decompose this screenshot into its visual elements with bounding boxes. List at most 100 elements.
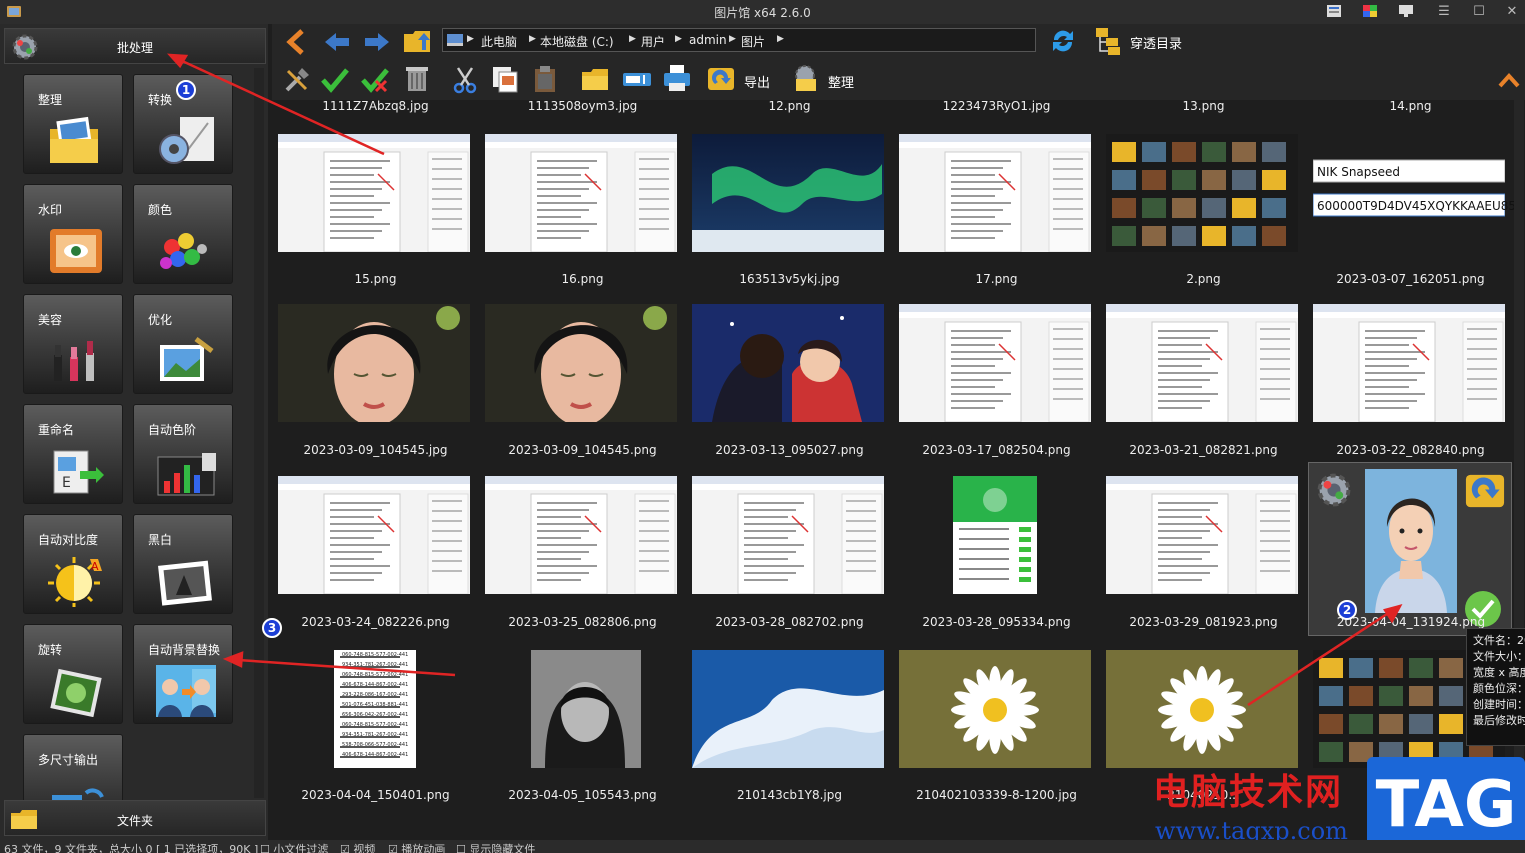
thumbnail-caption[interactable]: 2023-03-29_081923.png bbox=[1100, 615, 1307, 629]
thumbnail-caption[interactable]: 17.png bbox=[893, 272, 1100, 286]
thumbnail-caption[interactable]: 2023-03-28_095334.png bbox=[893, 615, 1100, 629]
previous-icon[interactable] bbox=[322, 27, 352, 57]
title-bar: 图片馆 x64 2.6.0 ☰ ☐ ✕ bbox=[0, 0, 1525, 24]
paste-icon[interactable] bbox=[530, 64, 560, 94]
thumbnail-caption[interactable]: 2023-03-07_162051.png bbox=[1307, 272, 1514, 286]
collapse-up-icon[interactable] bbox=[1494, 66, 1524, 96]
print-icon[interactable] bbox=[662, 63, 692, 93]
check-icon[interactable] bbox=[320, 65, 350, 95]
thumbnail-item[interactable]: 210402103339-8-1200.jpg bbox=[893, 100, 1093, 802]
tools-icon[interactable] bbox=[282, 65, 312, 95]
organize-icon[interactable] bbox=[790, 63, 820, 93]
tool-watermark[interactable]: 水印 bbox=[23, 184, 123, 284]
tool-label: 自动对比度 bbox=[38, 533, 99, 547]
thumbnail-caption[interactable]: 210402103339-8-1200.jpg bbox=[893, 788, 1100, 802]
window-title: 图片馆 x64 2.6.0 bbox=[714, 6, 811, 20]
show-hidden-checkbox[interactable]: ☐ 显示隐藏文件 bbox=[456, 841, 535, 853]
tool-black-white[interactable]: 黑白 bbox=[133, 514, 233, 614]
view-list-icon[interactable] bbox=[1326, 4, 1342, 18]
thumbnail-image[interactable] bbox=[899, 650, 1091, 768]
thumbnail-image[interactable] bbox=[485, 476, 677, 594]
tool-auto-contrast[interactable]: 自动对比度 A bbox=[23, 514, 123, 614]
address-bar[interactable]: ▶ 此电脑 ▶ 本地磁盘 (C:) ▶ 用户 ▶ admin ▶ 图片 ▶ bbox=[442, 28, 1036, 52]
close-button[interactable]: ✕ bbox=[1501, 2, 1523, 22]
back-arrow-icon[interactable] bbox=[282, 27, 312, 57]
tool-rotate[interactable]: 旋转 bbox=[23, 624, 123, 724]
thumbnail-caption[interactable]: 16.png bbox=[479, 272, 686, 286]
thumbnail-caption[interactable]: 2023-03-09_104545.png bbox=[479, 443, 686, 457]
thumbnail-caption[interactable]: 2023-03-21_082821.png bbox=[1100, 443, 1307, 457]
check-all-icon[interactable] bbox=[360, 65, 390, 95]
thumbnail-image[interactable] bbox=[899, 476, 1091, 594]
thumbnail-image[interactable] bbox=[1106, 476, 1298, 594]
tool-optimize[interactable]: 优化 bbox=[133, 294, 233, 394]
refresh-icon[interactable] bbox=[1048, 26, 1078, 56]
tool-color[interactable]: 颜色 bbox=[133, 184, 233, 284]
penetrate-directory-icon[interactable] bbox=[1094, 26, 1124, 56]
thumbnail-caption[interactable]: 210143cb1Y8.jpg bbox=[686, 788, 893, 802]
rename-field-icon[interactable] bbox=[622, 64, 652, 94]
thumbnail-image[interactable] bbox=[899, 304, 1091, 422]
thumbnail-item[interactable]: 2023-04-05_105543.png bbox=[479, 100, 679, 802]
organize-label[interactable]: 整理 bbox=[828, 72, 854, 91]
copy-image-icon[interactable] bbox=[490, 64, 520, 94]
new-folder-icon[interactable] bbox=[580, 64, 610, 94]
thumbnail-caption[interactable]: 2023-03-22_082840.png bbox=[1307, 443, 1514, 457]
tool-organize[interactable]: 整理 bbox=[23, 74, 123, 174]
gear-icon[interactable] bbox=[1313, 469, 1355, 511]
breadcrumb-pictures[interactable]: 图片 bbox=[741, 33, 765, 50]
batch-process-bar[interactable]: 批处理 bbox=[4, 28, 266, 64]
small-file-filter-checkbox[interactable]: ☐ 小文件过滤 bbox=[260, 841, 328, 853]
breadcrumb-users[interactable]: 用户 bbox=[641, 33, 665, 50]
thumbnail-image[interactable] bbox=[1106, 304, 1298, 422]
maximize-button[interactable]: ☐ bbox=[1468, 2, 1490, 22]
thumbnail-caption[interactable]: 2.png bbox=[1100, 272, 1307, 286]
thumbnail-caption[interactable]: 15.png bbox=[272, 272, 479, 286]
thumbnail-caption[interactable]: 2023-03-17_082504.png bbox=[893, 443, 1100, 457]
thumbnail-item[interactable]: 21040210... bbox=[1100, 100, 1300, 802]
breadcrumb-admin[interactable]: admin bbox=[689, 33, 727, 47]
thumbnail-caption[interactable]: 2023-03-09_104545.jpg bbox=[272, 443, 479, 457]
thumbnail-item[interactable]: 060-748-815-577-002-441 934-351-781-267-0… bbox=[272, 100, 472, 802]
folder-bar[interactable]: 文件夹 bbox=[4, 800, 266, 836]
folder-up-icon[interactable] bbox=[402, 26, 432, 56]
thumbnail-item[interactable]: 3.png bbox=[1307, 100, 1507, 802]
breadcrumb-drive-c[interactable]: 本地磁盘 (C:) bbox=[540, 33, 614, 50]
scissors-icon[interactable] bbox=[450, 65, 480, 95]
monitor-icon[interactable] bbox=[1398, 4, 1414, 18]
export-icon[interactable] bbox=[706, 64, 736, 94]
thumbnail-caption[interactable]: 2023-04-04_150401.png bbox=[272, 788, 479, 802]
play-animation-checkbox[interactable]: ☑ 播放动画 bbox=[388, 841, 445, 853]
thumbnail-image[interactable] bbox=[692, 476, 884, 594]
file-info-tooltip: 文件名：20 文件大小： 宽度 x 高度 颜色位深： 创建时间： 最后修改时 bbox=[1466, 628, 1525, 746]
thumbnail-caption[interactable]: 2023-03-24_082226.png bbox=[272, 615, 479, 629]
thumbnail-caption[interactable]: 2023-03-13_095027.png bbox=[686, 443, 893, 457]
trash-icon[interactable] bbox=[402, 63, 432, 93]
thumbnail-image[interactable] bbox=[485, 304, 677, 422]
video-checkbox[interactable]: ☑ 视频 bbox=[340, 841, 375, 853]
thumbnail-image[interactable] bbox=[692, 650, 884, 768]
tool-background-replace[interactable]: 自动背景替换 bbox=[133, 624, 233, 724]
thumbnail-image[interactable] bbox=[692, 304, 884, 422]
export-label[interactable]: 导出 bbox=[744, 72, 770, 91]
thumbnail-image[interactable] bbox=[1106, 650, 1298, 768]
export-icon[interactable] bbox=[1463, 469, 1507, 513]
next-icon[interactable] bbox=[362, 27, 392, 57]
tool-auto-levels[interactable]: 自动色阶 bbox=[133, 404, 233, 504]
tool-beauty[interactable]: 美容 bbox=[23, 294, 123, 394]
window-menu-button[interactable]: ☰ bbox=[1433, 2, 1455, 22]
penetrate-directory-label[interactable]: 穿透目录 bbox=[1130, 33, 1182, 52]
thumbnail-caption[interactable]: 2023-04-05_105543.png bbox=[479, 788, 686, 802]
tool-rename[interactable]: 重命名 E bbox=[23, 404, 123, 504]
breadcrumb-this-pc[interactable]: 此电脑 bbox=[481, 33, 517, 50]
thumbnail-caption[interactable]: 163513v5ykj.jpg bbox=[686, 272, 893, 286]
thumbnail-caption[interactable]: 2023-03-25_082806.png bbox=[479, 615, 686, 629]
thumbnail-image[interactable] bbox=[1313, 304, 1505, 422]
thumbnail-image[interactable] bbox=[485, 650, 677, 768]
thumbnail-image[interactable] bbox=[278, 304, 470, 422]
thumbnail-item[interactable]: 210143cb1Y8.jpg bbox=[686, 100, 886, 802]
thumbnail-caption[interactable]: 2023-03-28_082702.png bbox=[686, 615, 893, 629]
thumbnail-image[interactable] bbox=[278, 476, 470, 594]
view-color-icon[interactable] bbox=[1362, 4, 1378, 18]
sidebar-scrollbar[interactable] bbox=[254, 68, 264, 798]
